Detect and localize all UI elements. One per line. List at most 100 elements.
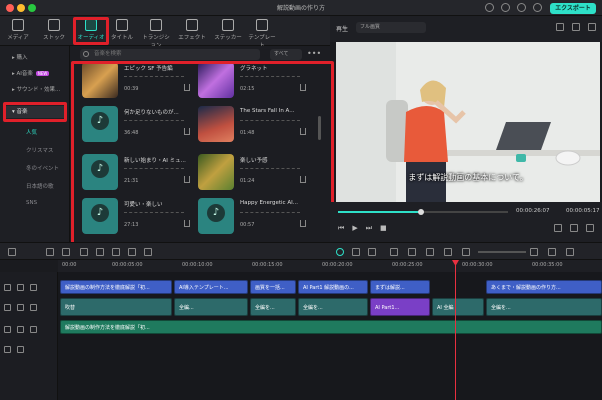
ai-audio-icon[interactable] bbox=[408, 248, 416, 256]
sidebar-subitem-christmas[interactable]: クリスマス bbox=[26, 146, 53, 154]
visibility-icon[interactable] bbox=[30, 284, 37, 291]
stop-icon[interactable]: ■ bbox=[380, 224, 387, 233]
tab-templates[interactable]: テンプレート bbox=[246, 19, 278, 49]
more-icon[interactable] bbox=[588, 23, 596, 31]
sidebar-subitem-winter-events[interactable]: 冬のイベント bbox=[26, 164, 59, 172]
filter-dropdown[interactable]: すべて bbox=[270, 49, 302, 60]
mute-icon[interactable] bbox=[30, 326, 37, 333]
zoom-in-icon[interactable] bbox=[530, 248, 538, 256]
sticker-icon bbox=[222, 19, 234, 31]
tick-label: 00:00:20:00 bbox=[322, 262, 353, 268]
track-headers bbox=[0, 272, 58, 400]
player-label: 再生 bbox=[336, 26, 349, 33]
video-track-icon bbox=[4, 304, 11, 311]
audio-clip[interactable]: 解説動画の制作方法を徹底解説「初... bbox=[60, 320, 602, 334]
tab-stock[interactable]: ストック bbox=[38, 19, 70, 41]
split-icon[interactable] bbox=[426, 248, 434, 256]
lock-icon[interactable] bbox=[17, 326, 24, 333]
highlight-music-library bbox=[71, 61, 334, 249]
record-icon[interactable] bbox=[444, 248, 452, 256]
speed-icon[interactable] bbox=[144, 248, 152, 256]
timeline-tracks: 解説動画の制作方法を徹底解説「初... AI導入テンプレート... 画質を一括.… bbox=[58, 272, 602, 400]
sidebar-subitem-japanese-songs[interactable]: 日本語の歌 bbox=[26, 182, 54, 190]
music-track-header bbox=[4, 346, 24, 353]
tab-transitions[interactable]: トランジション bbox=[140, 19, 172, 49]
tick-label: 00:00:35:00 bbox=[532, 262, 563, 268]
render-icon[interactable] bbox=[336, 248, 344, 256]
marker-icon[interactable] bbox=[352, 248, 360, 256]
zoom-out-icon[interactable] bbox=[462, 248, 470, 256]
tab-titles[interactable]: タイトル bbox=[106, 19, 138, 41]
previous-frame-icon[interactable]: ⏮ bbox=[338, 224, 344, 233]
microphone-icon[interactable] bbox=[390, 248, 398, 256]
lock-icon[interactable] bbox=[17, 346, 24, 353]
delete-icon[interactable] bbox=[80, 248, 88, 256]
visibility-icon[interactable] bbox=[30, 304, 37, 311]
video-clip[interactable]: 吹替 bbox=[60, 298, 172, 316]
text-clip[interactable]: 解説動画の制作方法を徹底解説「初... bbox=[60, 280, 172, 294]
highlight-music-category bbox=[3, 102, 67, 122]
music-track-icon bbox=[4, 346, 11, 353]
video-clip[interactable]: 全編... bbox=[174, 298, 248, 316]
lock-icon[interactable] bbox=[17, 284, 24, 291]
redo-icon[interactable] bbox=[62, 248, 70, 256]
snapshot-icon[interactable] bbox=[572, 23, 580, 31]
tab-media[interactable]: メディア bbox=[2, 19, 34, 41]
sidebar-subitem-popular[interactable]: 人気 bbox=[26, 128, 37, 136]
more-options-icon[interactable]: ••• bbox=[307, 49, 321, 58]
text-clip[interactable]: まずは解説... bbox=[370, 280, 430, 294]
upload-icon[interactable] bbox=[501, 3, 510, 12]
text-clip[interactable]: 画質を一括... bbox=[250, 280, 296, 294]
progress-handle[interactable] bbox=[418, 209, 424, 215]
video-clip[interactable]: 全編を... bbox=[486, 298, 602, 316]
display-settings-icon[interactable] bbox=[586, 224, 594, 232]
video-clip[interactable]: 全編を... bbox=[250, 298, 296, 316]
progress-fill bbox=[338, 211, 420, 213]
sidebar-item-purchased[interactable]: ▸ 購入 bbox=[6, 52, 64, 64]
sidebar-subitem-sns[interactable]: SNS bbox=[26, 200, 37, 206]
playhead[interactable] bbox=[455, 260, 456, 400]
export-button[interactable]: エクスポート bbox=[550, 3, 596, 14]
undo-icon[interactable] bbox=[46, 248, 54, 256]
next-frame-icon[interactable]: ⏭ bbox=[366, 224, 372, 233]
sidebar-item-ai-music[interactable]: ▸ AI音楽 NEW bbox=[6, 68, 64, 80]
crop-icon[interactable] bbox=[112, 248, 120, 256]
media-toolbar: メディア ストック オーディオ タイトル トランジション エフェクト ステッカー… bbox=[0, 16, 330, 49]
play-icon[interactable]: ▶ bbox=[352, 224, 357, 233]
search-input[interactable]: 音楽を検索 bbox=[80, 49, 260, 60]
fullscreen-icon[interactable] bbox=[554, 224, 562, 232]
template-icon bbox=[256, 19, 268, 31]
save-icon[interactable] bbox=[517, 3, 526, 12]
text-clip[interactable]: AI Part1 解説動画の... bbox=[298, 280, 368, 294]
cut-icon[interactable] bbox=[96, 248, 104, 256]
tab-stickers[interactable]: ステッカー bbox=[212, 19, 244, 41]
tab-effects[interactable]: エフェクト bbox=[176, 19, 208, 41]
grid-icon[interactable] bbox=[548, 248, 556, 256]
layout-icon[interactable] bbox=[8, 248, 16, 256]
video-clip[interactable]: AI 全編 bbox=[432, 298, 484, 316]
total-timecode: 00:00:05:17 bbox=[566, 208, 600, 214]
settings-icon[interactable] bbox=[533, 3, 542, 12]
video-clip[interactable]: AI Part1... bbox=[370, 298, 430, 316]
video-clip[interactable]: 全編を... bbox=[298, 298, 368, 316]
image-icon[interactable] bbox=[556, 23, 564, 31]
quality-dropdown[interactable]: フル画質 bbox=[356, 22, 426, 33]
text-clip[interactable]: AI導入テンプレート... bbox=[174, 280, 248, 294]
effects-icon bbox=[186, 19, 198, 31]
timeline-settings-icon[interactable] bbox=[566, 248, 574, 256]
zoom-slider[interactable] bbox=[478, 251, 526, 253]
media-icon bbox=[12, 19, 24, 31]
lock-icon[interactable] bbox=[17, 304, 24, 311]
tab-label: メディア bbox=[7, 35, 29, 41]
snapshot-tool-icon[interactable] bbox=[368, 248, 376, 256]
account-icon[interactable] bbox=[485, 3, 494, 12]
volume-icon[interactable] bbox=[570, 224, 578, 232]
timeline-ruler[interactable]: 00:00 00:00:05:00 00:00:10:00 00:00:15:0… bbox=[58, 260, 602, 272]
tab-label: エフェクト bbox=[178, 35, 206, 41]
playback-controls: 00:00:26:07 00:00:05:17 ⏮ ▶ ⏭ ■ bbox=[330, 202, 602, 242]
text-tool-icon[interactable] bbox=[128, 248, 136, 256]
tick-label: 00:00:25:00 bbox=[392, 262, 423, 268]
text-clip[interactable]: あくまで・解説動画の作り方... bbox=[486, 280, 602, 294]
playback-progress[interactable] bbox=[338, 209, 508, 215]
sidebar-item-sound-effects[interactable]: ▸ サウンド・効果... bbox=[6, 84, 64, 96]
